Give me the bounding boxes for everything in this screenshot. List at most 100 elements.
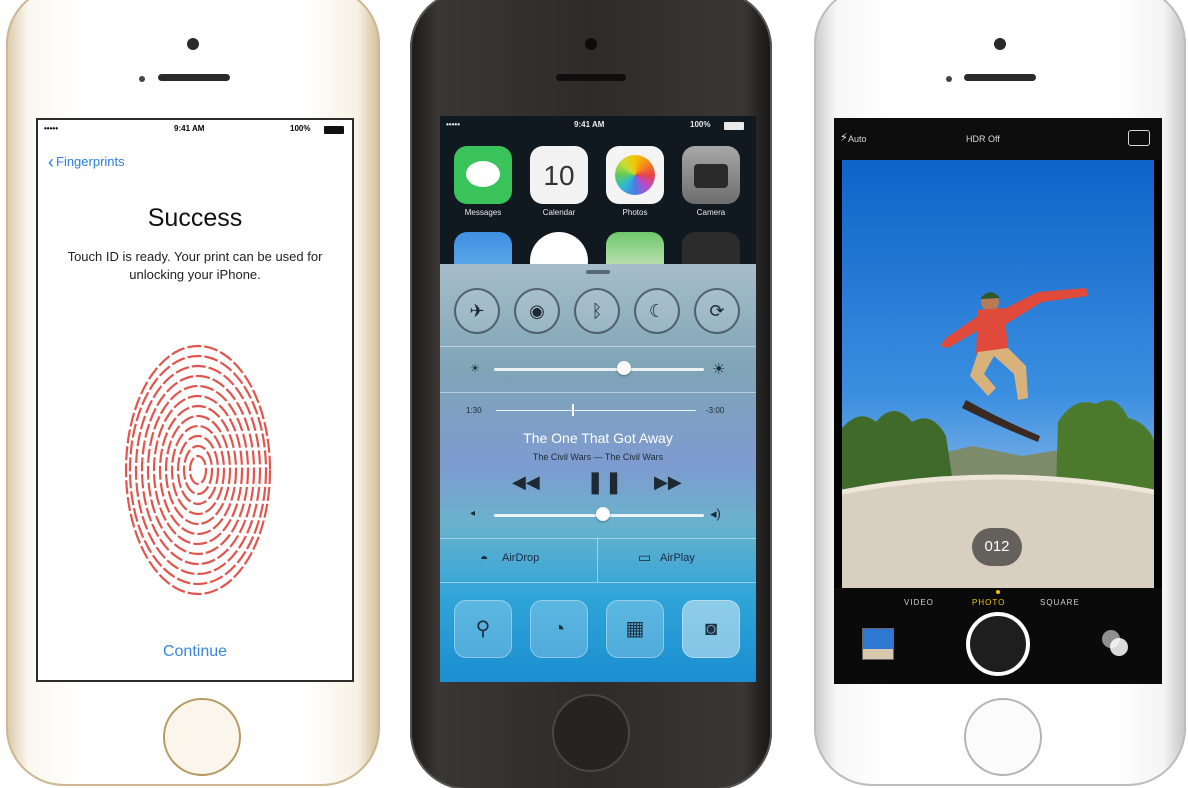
chevron-left-icon: ‹ <box>48 152 54 172</box>
success-message: Touch ID is ready. Your print can be use… <box>67 249 323 282</box>
earpiece-speaker <box>964 74 1036 81</box>
switch-camera-icon[interactable] <box>1128 130 1150 146</box>
earpiece-speaker <box>556 74 626 81</box>
bluetooth-toggle[interactable]: ᛒ <box>574 288 620 334</box>
battery-icon <box>324 126 344 134</box>
camera-app-icon[interactable] <box>682 146 740 204</box>
camera-screen: ⚡ Auto HDR Off 012 VIDEO PHOTO SQUARE <box>834 118 1162 684</box>
mode-photo[interactable]: PHOTO <box>972 598 1005 607</box>
mode-square[interactable]: SQUARE <box>1040 598 1080 607</box>
brightness-slider-knob[interactable] <box>617 361 632 375</box>
active-mode-indicator <box>996 590 1000 594</box>
speech-bubble-icon <box>466 161 500 187</box>
brightness-low-icon: ☀ <box>470 363 480 375</box>
control-center-panel: ✈ ◉ ᛒ ☾ ⟳ ☀ ☀ 1:30 -3:00 The One That Go… <box>440 264 756 682</box>
divider <box>440 392 756 393</box>
volume-slider-knob[interactable] <box>596 507 611 521</box>
grabber-handle[interactable] <box>586 270 610 274</box>
camera-viewfinder[interactable] <box>842 160 1154 588</box>
control-center-screen: ••••• 9:41 AM 100% 10 Messages Calendar … <box>440 116 756 682</box>
fast-forward-icon[interactable]: ▶▶ <box>654 472 682 493</box>
brightness-high-icon: ☀ <box>712 361 726 378</box>
thumbnail-ground <box>863 649 893 659</box>
photos-app-icon[interactable] <box>606 146 664 204</box>
skater-torso <box>976 308 1008 354</box>
flash-mode-label[interactable]: Auto <box>848 134 867 144</box>
rotation-lock-toggle[interactable]: ⟳ <box>694 288 740 334</box>
airplane-mode-toggle[interactable]: ✈ <box>454 288 500 334</box>
continue-button[interactable]: Continue <box>38 643 352 661</box>
camera-button[interactable]: ◙ <box>682 600 740 658</box>
proximity-sensor <box>139 76 145 82</box>
back-button[interactable]: ‹ Fingerprints <box>48 152 125 173</box>
scrubber-playhead[interactable] <box>572 404 574 416</box>
status-time: 9:41 AM <box>574 120 605 129</box>
battery-percent: 100% <box>290 124 311 133</box>
burst-counter: 012 <box>972 528 1022 566</box>
timer-icon: ◔ <box>552 618 566 640</box>
status-time: 9:41 AM <box>174 124 205 133</box>
front-camera <box>187 38 199 50</box>
battery-percent: 100% <box>690 120 711 129</box>
flash-icon[interactable]: ⚡ <box>840 131 848 144</box>
camera-icon: ◙ <box>704 618 718 640</box>
photos-flower-icon <box>615 155 655 195</box>
app-label: Photos <box>622 208 648 217</box>
shutter-button[interactable] <box>966 612 1030 676</box>
brightness-slider-track[interactable] <box>494 368 704 371</box>
home-button[interactable] <box>964 698 1042 776</box>
elapsed-time: 1:30 <box>466 406 482 415</box>
touch-id-screen: ••••• 9:41 AM 100% ‹ Fingerprints Success… <box>36 118 354 682</box>
airplay-label: AirPlay <box>660 552 695 564</box>
wifi-toggle[interactable]: ◉ <box>514 288 560 334</box>
airdrop-label: AirDrop <box>502 552 540 564</box>
airdrop-icon: ◓ <box>480 550 489 566</box>
camera-bottom-bar: VIDEO PHOTO SQUARE <box>834 588 1162 684</box>
last-photo-thumbnail[interactable] <box>862 628 894 660</box>
carrier-signal: ••••• <box>44 124 59 133</box>
app-label: Messages <box>464 208 502 217</box>
mode-video[interactable]: VIDEO <box>904 598 934 607</box>
airplay-icon: ▭ <box>638 549 652 565</box>
calendar-day: 10 <box>543 160 575 191</box>
camera-top-bar: ⚡ Auto HDR Off <box>834 118 1162 160</box>
calendar-app-icon[interactable]: 10 <box>530 146 588 204</box>
do-not-disturb-toggle[interactable]: ☾ <box>634 288 680 334</box>
app-label: Calendar <box>542 208 576 217</box>
song-artist: The Civil Wars — The Civil Wars <box>532 452 664 462</box>
volume-high-icon: ◂) <box>710 506 721 521</box>
front-camera <box>585 38 597 50</box>
song-title: The One That Got Away <box>523 430 673 446</box>
flashlight-icon: ⚲ <box>475 618 491 640</box>
rewind-icon[interactable]: ◀◀ <box>512 472 540 493</box>
divider <box>440 582 756 583</box>
filters-icon[interactable] <box>1102 630 1128 656</box>
earpiece-speaker <box>158 74 230 81</box>
volume-low-icon: ◂ <box>470 508 476 519</box>
camera-icon <box>694 164 728 188</box>
status-bar: ••••• 9:41 AM 100% <box>440 120 756 134</box>
timer-button[interactable]: ◔ <box>530 600 588 658</box>
flashlight-button[interactable]: ⚲ <box>454 600 512 658</box>
calculator-button[interactable]: ▦ <box>606 600 664 658</box>
carrier-signal: ••••• <box>446 120 461 129</box>
scrubber-track[interactable] <box>496 410 696 411</box>
remaining-time: -3:00 <box>706 406 725 415</box>
home-button[interactable] <box>552 694 630 772</box>
messages-app-icon[interactable] <box>454 146 512 204</box>
divider <box>440 346 756 347</box>
airplay-button[interactable]: ▭ AirPlay <box>598 538 756 582</box>
thumbnail-sky <box>863 629 893 649</box>
proximity-sensor <box>946 76 952 82</box>
battery-icon <box>724 122 744 130</box>
status-bar: ••••• 9:41 AM 100% <box>38 124 352 138</box>
back-label: Fingerprints <box>56 154 125 169</box>
pause-icon[interactable]: ❚❚ <box>586 469 623 495</box>
page-title: Success <box>147 204 243 232</box>
filter-circle <box>1110 638 1128 656</box>
home-button[interactable] <box>163 698 241 776</box>
app-label: Camera <box>696 208 726 217</box>
hdr-toggle[interactable]: HDR Off <box>966 134 1000 144</box>
airdrop-button[interactable]: ◓ AirDrop <box>440 538 596 582</box>
fingerprint-icon <box>124 344 272 596</box>
